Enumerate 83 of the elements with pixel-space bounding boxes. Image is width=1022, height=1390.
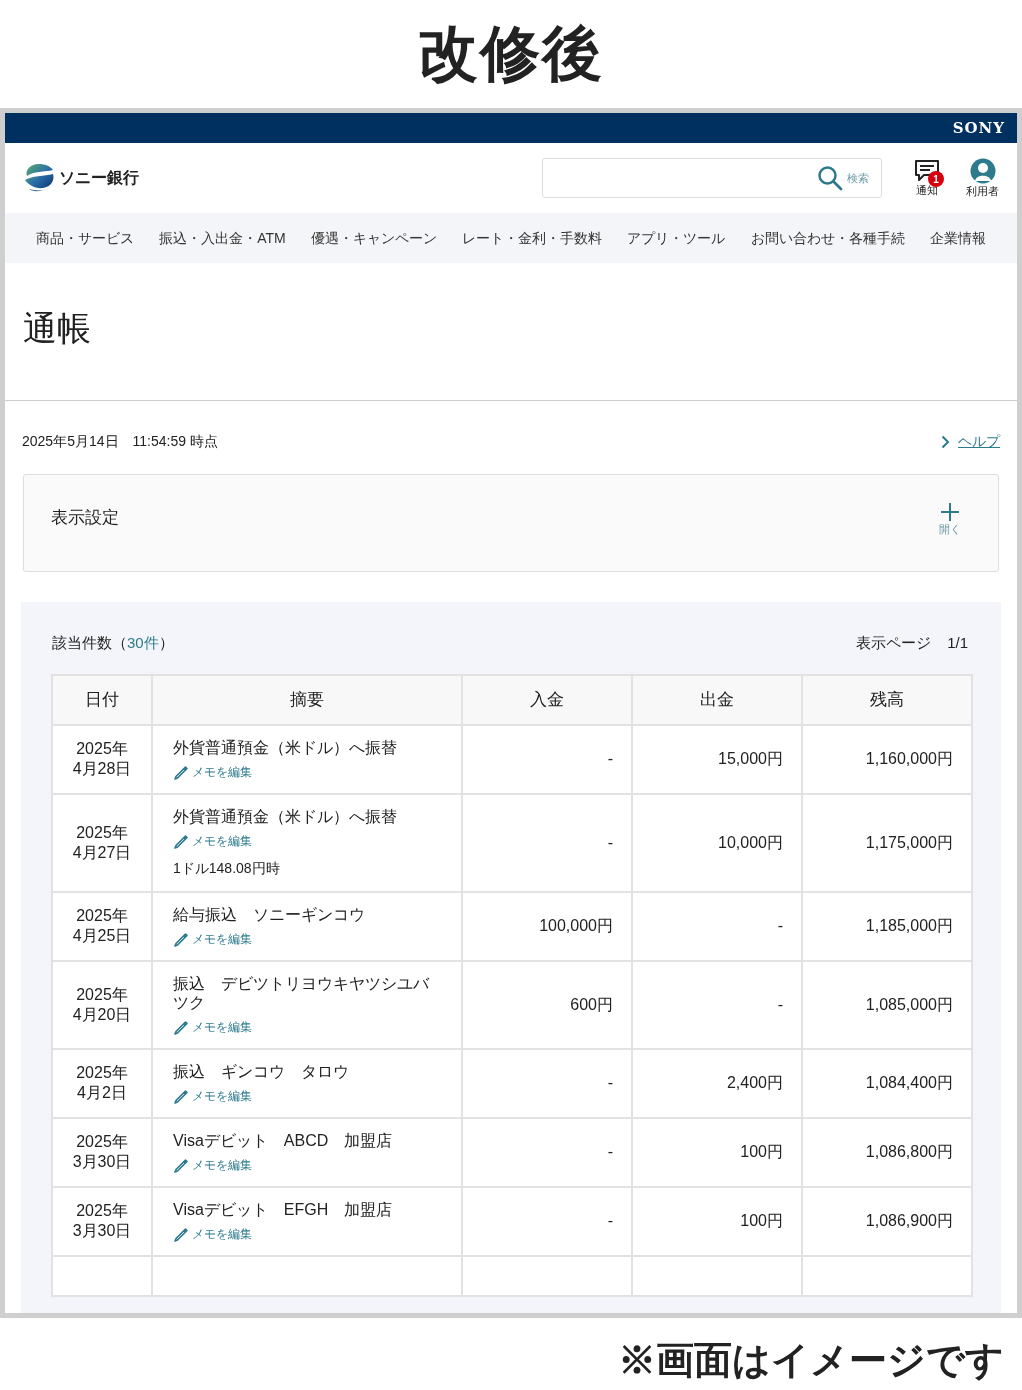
deposit-cell: -: [462, 1117, 632, 1187]
edit-memo-link[interactable]: メモを編集: [173, 1224, 252, 1243]
column-header: 日付: [52, 674, 152, 725]
date-cell: 2025年 4月25日: [52, 891, 152, 961]
help-link[interactable]: ヘルプ: [941, 431, 1000, 452]
balance-cell: 1,160,000円: [802, 724, 972, 794]
balance-cell: 1,175,000円: [802, 793, 972, 892]
pencil-icon: [173, 763, 189, 780]
column-header: 残高: [802, 674, 972, 725]
balance-cell: 1,085,000円: [802, 960, 972, 1049]
notification-badge: 1: [928, 171, 944, 187]
chevron-right-icon: [941, 434, 950, 449]
page-number: 1/1: [947, 633, 968, 653]
description: 振込 デビツトリヨウキヤツシユバツク: [173, 973, 430, 1012]
chat-icon[interactable]: [914, 159, 940, 183]
description: Visaデビット ABCD 加盟店: [173, 1130, 394, 1150]
withdrawal-cell: -: [632, 960, 802, 1049]
page-label: 表示ページ: [856, 633, 932, 653]
result-count: 該当件数（30件）: [52, 633, 174, 653]
search-icon: [817, 165, 843, 191]
withdrawal-cell: 2,400円: [632, 1048, 802, 1118]
nav-item[interactable]: 優遇・キャンペーン: [311, 227, 437, 249]
description: Visaデビット EFGH 加盟店: [173, 1199, 394, 1219]
withdrawal-cell: 100円: [632, 1186, 802, 1256]
column-header: 入金: [462, 674, 632, 725]
description: 外貨普通預金（米ドル）へ振替: [173, 806, 398, 826]
balance-cell: 1,185,000円: [802, 891, 972, 961]
brand-logo: SONY: [952, 117, 1005, 139]
balance-cell: 1,086,800円: [802, 1117, 972, 1187]
date-cell: 2025年 4月2日: [52, 1048, 152, 1118]
withdrawal-cell: -: [632, 891, 802, 961]
pencil-icon: [173, 1225, 189, 1242]
nav-item[interactable]: 商品・サービス: [36, 227, 134, 249]
column-header: 出金: [632, 674, 802, 725]
column-header: 摘要: [152, 674, 462, 725]
nav-item[interactable]: 振込・入出金・ATM: [159, 227, 286, 249]
exchange-rate-note: 1ドル148.08円時: [173, 858, 281, 878]
date-cell: 2025年 4月28日: [52, 724, 152, 794]
date-cell: 2025年 3月30日: [52, 1186, 152, 1256]
edit-memo-link[interactable]: メモを編集: [173, 762, 252, 781]
pencil-icon: [173, 832, 189, 849]
edit-memo-link[interactable]: メモを編集: [173, 929, 252, 948]
logo-icon: [23, 163, 55, 193]
pencil-icon: [173, 1087, 189, 1104]
description: 給与振込 ソニーギンコウ: [173, 904, 366, 924]
edit-memo-link[interactable]: メモを編集: [173, 1155, 252, 1174]
footnote: ※画面はイメージです: [618, 1338, 1004, 1382]
deposit-cell: -: [462, 1186, 632, 1256]
edit-memo-link[interactable]: メモを編集: [173, 1017, 252, 1036]
date-cell: 2025年 3月30日: [52, 1117, 152, 1187]
withdrawal-cell: 10,000円: [632, 793, 802, 892]
deposit-cell: -: [462, 793, 632, 892]
balance-cell: 1,084,400円: [802, 1048, 972, 1118]
balance-cell: 1,086,900円: [802, 1186, 972, 1256]
edit-memo-link[interactable]: メモを編集: [173, 831, 252, 850]
deposit-cell: 100,000円: [462, 891, 632, 961]
pencil-icon: [173, 1018, 189, 1035]
date-cell: 2025年 4月20日: [52, 960, 152, 1049]
nav-item[interactable]: レート・金利・手数料: [462, 227, 603, 249]
description: 振込 ギンコウ タロウ: [173, 1061, 350, 1081]
pencil-icon: [173, 1156, 189, 1173]
deposit-cell: -: [462, 1048, 632, 1118]
user-icon[interactable]: [969, 158, 996, 184]
deposit-cell: 600円: [462, 960, 632, 1049]
search-field[interactable]: 検索: [542, 158, 882, 198]
withdrawal-cell: 100円: [632, 1117, 802, 1187]
bank-name: ソニー銀行: [59, 168, 139, 188]
description: 外貨普通預金（米ドル）へ振替: [173, 737, 398, 757]
edit-memo-link[interactable]: メモを編集: [173, 1086, 252, 1105]
pencil-icon: [173, 930, 189, 947]
withdrawal-cell: 15,000円: [632, 724, 802, 794]
timestamp: 2025年5月14日 11:54:59 時点: [22, 432, 218, 451]
nav-item[interactable]: 企業情報: [929, 227, 986, 249]
caption: 改修後: [418, 19, 604, 89]
page-title: 通帳: [23, 308, 91, 349]
search-label: 検索: [847, 170, 869, 186]
nav-item[interactable]: アプリ・ツール: [627, 227, 726, 249]
open-toggle[interactable]: 開く: [939, 502, 961, 536]
deposit-cell: -: [462, 724, 632, 794]
user-label: 利用者: [966, 184, 999, 198]
settings-title: 表示設定: [51, 507, 119, 529]
date-cell: 2025年 4月27日: [52, 793, 152, 892]
nav-item[interactable]: お問い合わせ・各種手続: [750, 227, 905, 249]
